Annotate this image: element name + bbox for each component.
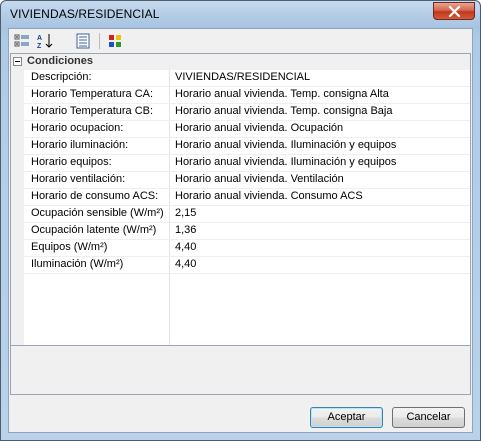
color-palette-icon [109,35,121,47]
property-row[interactable]: Equipos (W/m²) 4,40 [24,240,470,257]
color-palette-button[interactable] [105,31,125,51]
svg-text:A: A [37,35,42,42]
accept-button[interactable]: Aceptar [310,407,383,428]
svg-text:Z: Z [37,43,42,49]
property-name: Ocupación sensible (W/m²) [31,207,164,219]
property-row[interactable]: Descripción: VIVIENDAS/RESIDENCIAL [24,70,470,87]
property-value[interactable]: Horario anual vivienda. Temp. consigna A… [175,88,389,100]
property-name: Horario Temperatura CA: [31,88,154,100]
categorized-view-button[interactable] [12,31,32,51]
property-name: Horario de consumo ACS: [31,190,159,202]
property-value[interactable]: VIVIENDAS/RESIDENCIAL [175,71,310,83]
window-title: VIVIENDAS/RESIDENCIAL [10,7,160,21]
toolbar-separator [99,33,100,49]
property-row[interactable]: Horario de consumo ACS: Horario anual vi… [24,189,470,206]
property-row[interactable]: Horario ocupacion: Horario anual viviend… [24,121,470,138]
property-name: Equipos (W/m²) [31,241,108,253]
property-row[interactable]: Horario ventilación: Horario anual vivie… [24,172,470,189]
cancel-button[interactable]: Cancelar [392,407,465,428]
property-row[interactable]: Ocupación latente (W/m²) 1,36 [24,223,470,240]
categorized-view-icon [14,34,29,47]
property-name: Descripción: [31,71,92,83]
property-value[interactable]: Horario anual vivienda. Ventilación [175,173,344,185]
sort-alphabetical-button[interactable]: A Z [35,31,55,51]
sort-alphabetical-icon: A Z [37,34,53,49]
dialog-window: VIVIENDAS/RESIDENCIAL A Z Condiciones De… [0,0,481,441]
property-name: Ocupación latente (W/m²) [31,224,157,236]
property-value[interactable]: Horario anual vivienda. Iluminación y eq… [175,139,396,151]
category-row[interactable]: Condiciones [11,54,470,70]
property-row[interactable]: Horario iluminación: Horario anual vivie… [24,138,470,155]
property-grid-toolbar: A Z [9,29,472,53]
property-row[interactable]: Iluminación (W/m²) 4,40 [24,257,470,274]
close-icon [448,6,461,17]
property-value[interactable]: Horario anual vivienda. Iluminación y eq… [175,156,396,168]
collapse-toggle-icon[interactable] [13,57,22,66]
property-value[interactable]: 2,15 [175,207,196,219]
property-name: Horario equipos: [31,156,112,168]
property-value[interactable]: 1,36 [175,224,196,236]
property-row[interactable]: Horario equipos: Horario anual vivienda.… [24,155,470,172]
property-name: Iluminación (W/m²) [31,258,124,270]
property-row[interactable]: Horario Temperatura CB: Horario anual vi… [24,104,470,121]
property-grid[interactable]: Condiciones Descripción: VIVIENDAS/RESID… [10,53,471,346]
property-name: Horario ventilación: [31,173,126,185]
property-pages-icon [76,33,90,49]
property-value[interactable]: 4,40 [175,258,196,270]
property-value[interactable]: 4,40 [175,241,196,253]
title-bar[interactable]: VIVIENDAS/RESIDENCIAL [1,1,480,27]
property-pages-button[interactable] [73,31,93,51]
property-value[interactable]: Horario anual vivienda. Consumo ACS [175,190,363,202]
property-name: Horario ocupacion: [31,122,124,134]
property-row[interactable]: Horario Temperatura CA: Horario anual vi… [24,87,470,104]
close-button[interactable] [433,2,475,20]
property-name: Horario iluminación: [31,139,129,151]
property-value[interactable]: Horario anual vivienda. Temp. consigna B… [175,105,392,117]
grid-left-margin [11,54,24,345]
property-name: Horario Temperatura CB: [31,105,154,117]
description-pane [10,346,471,395]
category-label: Condiciones [27,55,94,67]
property-value[interactable]: Horario anual vivienda. Ocupación [175,122,343,134]
dialog-client-area: A Z Condiciones Descripción: VIVIENDAS/R… [8,28,473,433]
property-row[interactable]: Ocupación sensible (W/m²) 2,15 [24,206,470,223]
